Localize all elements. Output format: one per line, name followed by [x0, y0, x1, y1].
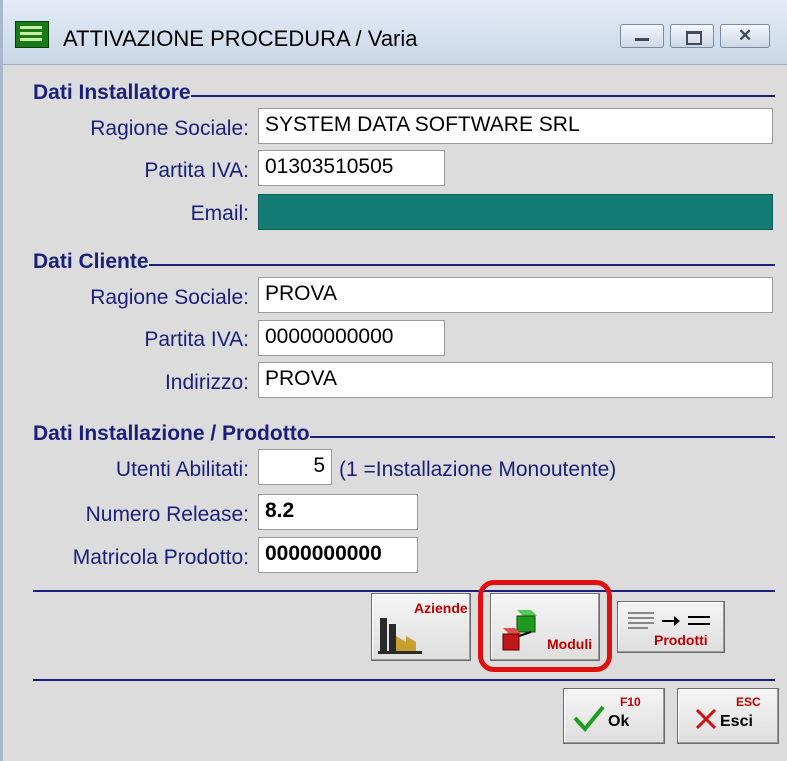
installatore-email-label: Email:	[190, 202, 249, 225]
numero-release-field[interactable]: 8.2	[258, 494, 418, 530]
aziende-button[interactable]: Aziende	[371, 593, 471, 661]
close-button[interactable]: ✕	[720, 24, 770, 48]
window-title: ATTIVAZIONE PROCEDURA / Varia	[63, 26, 418, 51]
cliente-ragione-sociale-field[interactable]: PROVA	[258, 277, 773, 313]
matricola-prodotto-label: Matricola Prodotto:	[72, 546, 249, 569]
utenti-abilitati-hint: (1 =Installazione Monoutente)	[339, 458, 617, 481]
utenti-abilitati-label: Utenti Abilitati:	[115, 458, 249, 481]
transfer-list-icon	[628, 612, 710, 629]
cliente-partita-iva-field[interactable]: 00000000000	[258, 320, 445, 356]
installatore-ragione-sociale-field[interactable]: SYSTEM DATA SOFTWARE SRL	[258, 108, 773, 144]
utenti-abilitati-field[interactable]: 5	[258, 449, 332, 485]
cliente-partita-iva-label: Partita IVA:	[144, 328, 249, 351]
cliente-indirizzo-label: Indirizzo:	[164, 371, 249, 394]
minimize-icon	[635, 38, 649, 41]
actions-divider	[33, 679, 775, 681]
minimize-button[interactable]	[620, 24, 664, 48]
maximize-button[interactable]	[670, 24, 714, 48]
toolbar-divider	[33, 590, 775, 592]
prodotti-label: Prodotti	[654, 632, 708, 648]
maximize-icon	[686, 31, 702, 45]
installatore-ragione-sociale-label: Ragione Sociale:	[90, 117, 249, 140]
section-title-installatore: Dati Installatore	[33, 81, 191, 105]
installatore-partita-iva-field[interactable]: 01303510505	[258, 150, 445, 186]
checkmark-icon	[573, 705, 605, 733]
cancel-x-icon	[695, 708, 717, 730]
moduli-highlight-ring	[478, 580, 612, 672]
section-title-cliente: Dati Cliente	[33, 250, 149, 274]
aziende-label: Aziende	[414, 600, 468, 616]
app-icon	[15, 21, 49, 48]
activation-window: ATTIVAZIONE PROCEDURA / Varia ✕ Dati Ins…	[0, 0, 787, 761]
cliente-ragione-sociale-label: Ragione Sociale:	[90, 286, 249, 309]
numero-release-label: Numero Release:	[85, 503, 249, 526]
matricola-prodotto-field[interactable]: 0000000000	[258, 537, 418, 573]
close-icon: ✕	[738, 26, 753, 45]
ok-shortcut-key: F10	[620, 695, 641, 709]
ok-label: Ok	[608, 713, 630, 730]
factory-icon	[378, 618, 422, 654]
installatore-partita-iva-label: Partita IVA:	[144, 159, 249, 182]
ok-button[interactable]: F10 Ok	[563, 688, 665, 744]
esci-shortcut-key: ESC	[736, 695, 761, 709]
esci-label: Esci	[720, 713, 753, 730]
title-bar[interactable]: ATTIVAZIONE PROCEDURA / Varia ✕	[3, 0, 787, 65]
installatore-email-field[interactable]	[258, 194, 773, 230]
cliente-indirizzo-field[interactable]: PROVA	[258, 362, 773, 398]
section-title-installazione: Dati Installazione / Prodotto	[33, 422, 310, 446]
esci-button[interactable]: ESC Esci	[677, 688, 779, 744]
prodotti-button[interactable]: Prodotti	[617, 601, 725, 653]
